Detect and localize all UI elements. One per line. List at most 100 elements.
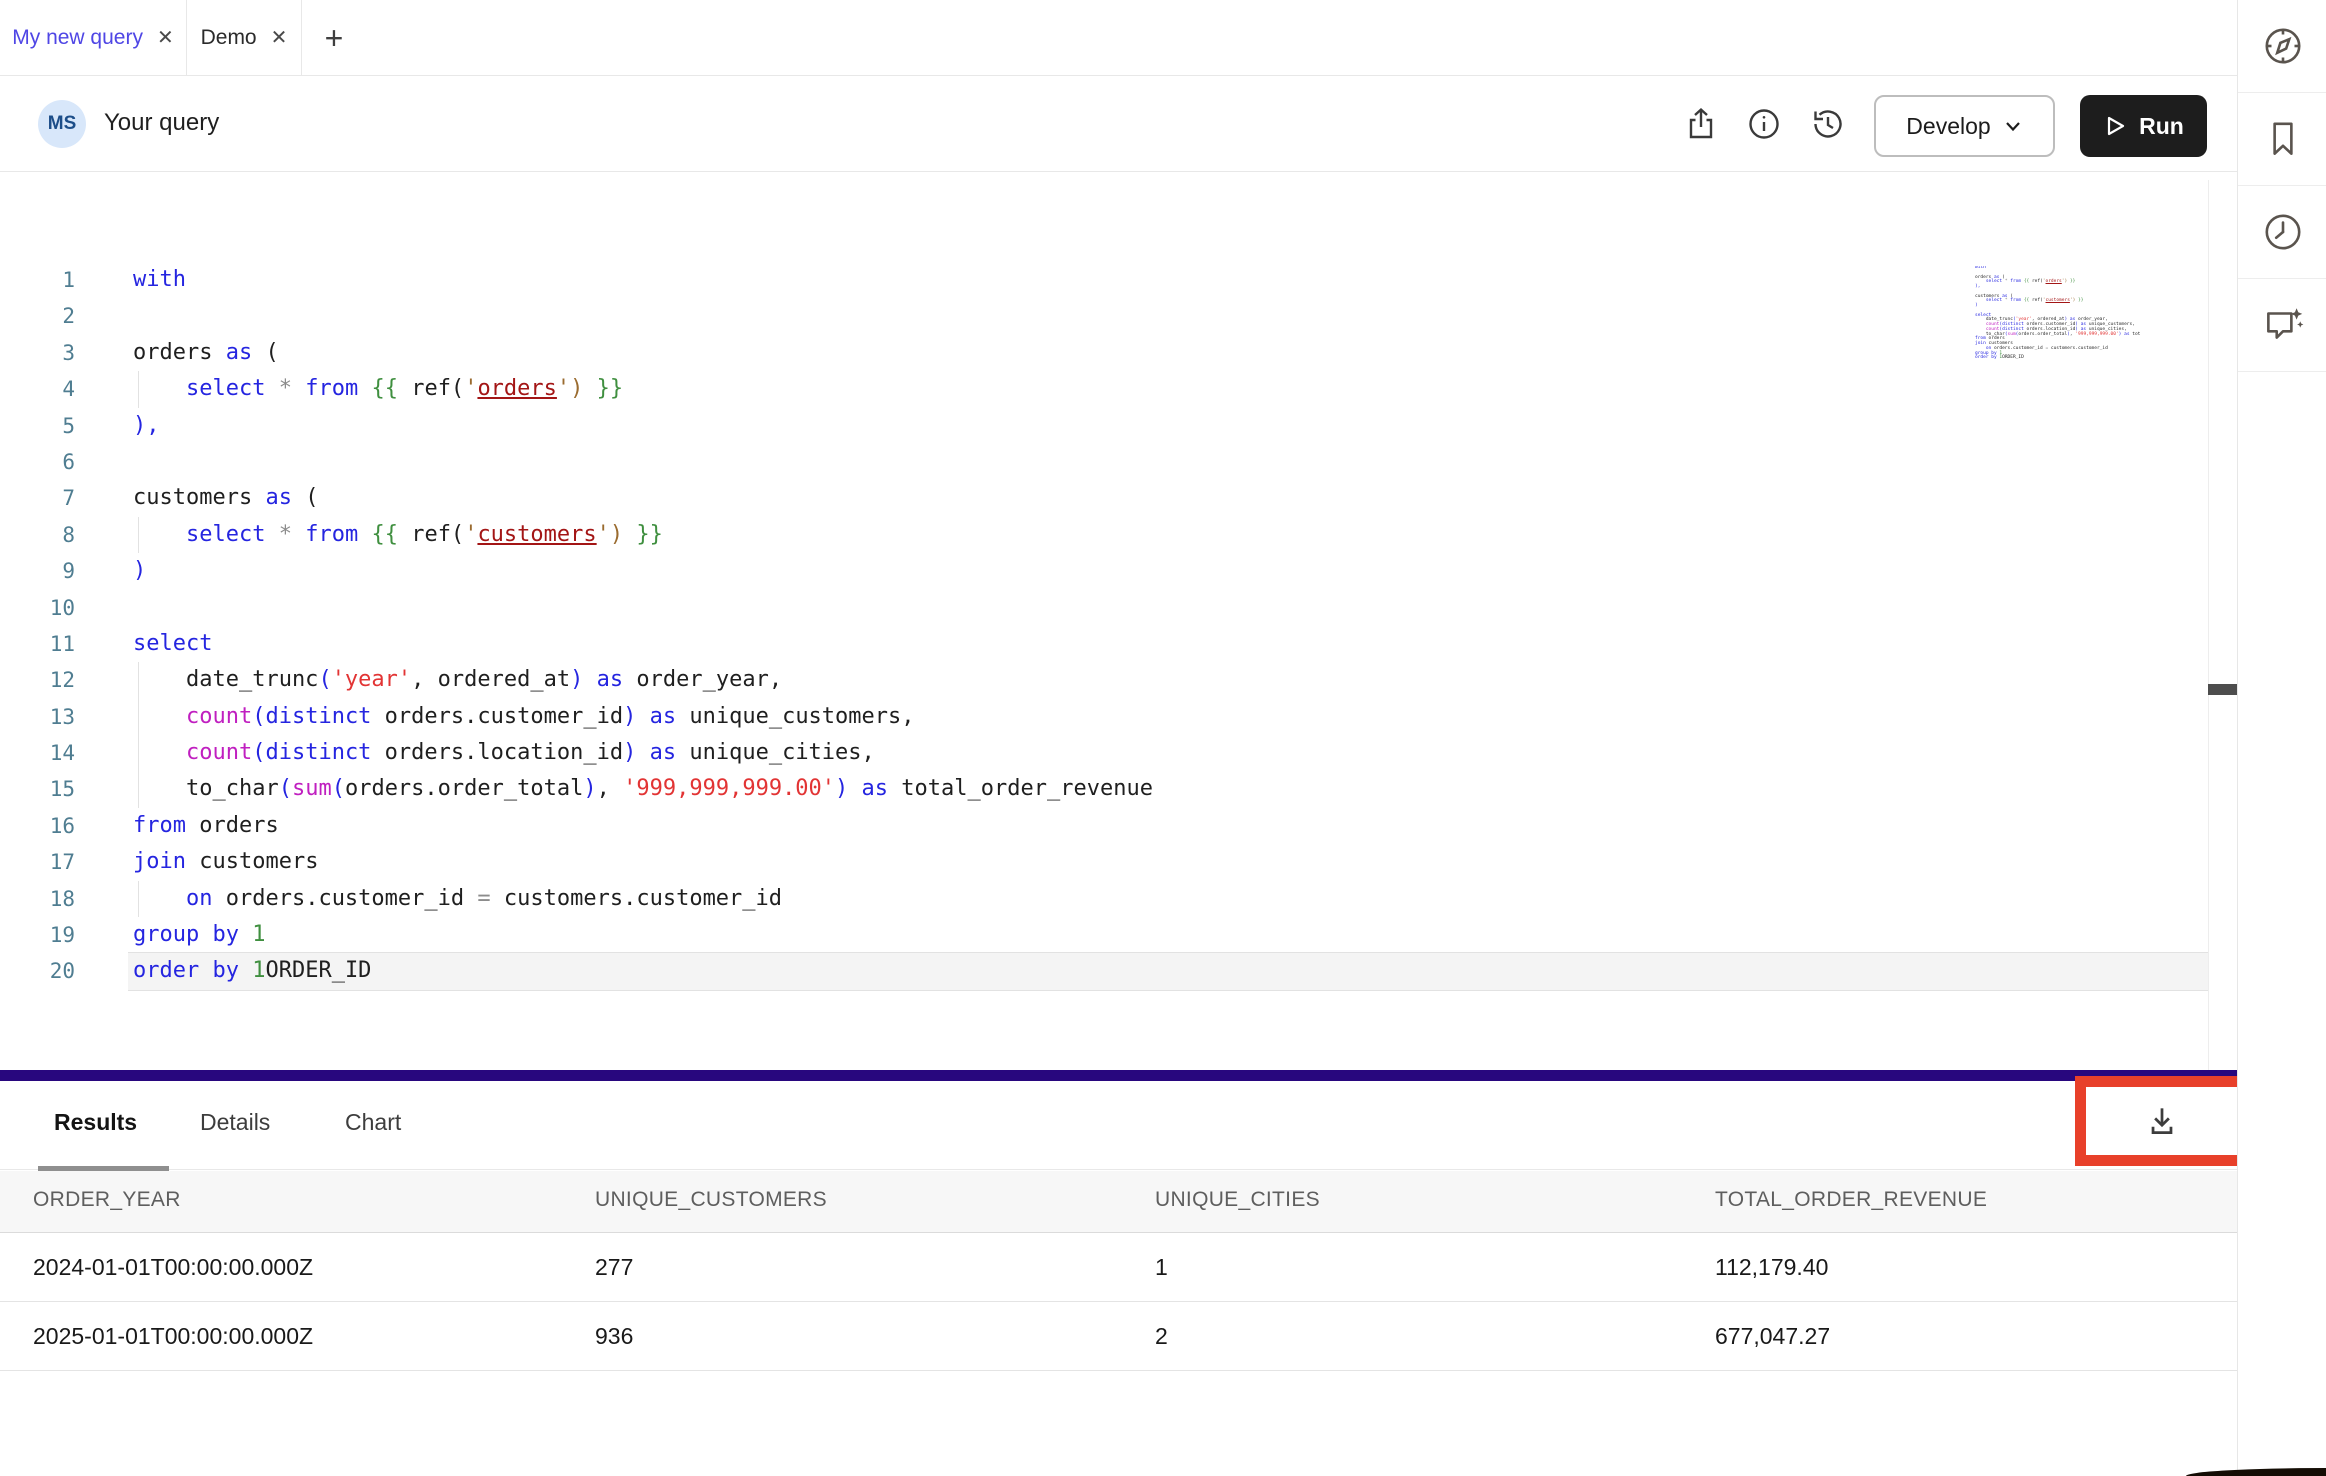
close-icon[interactable]: ✕	[157, 28, 174, 48]
line-number: 7	[0, 480, 75, 516]
indent-guide	[138, 662, 139, 698]
cell-unique-cities: 2	[1155, 1323, 1168, 1350]
code-line[interactable]: count(distinct orders.location_id) as un…	[128, 735, 2208, 771]
page-title: Your query	[104, 109, 219, 137]
line-number: 11	[0, 626, 75, 662]
develop-label: Develop	[1906, 113, 1990, 140]
cell-order-year: 2025-01-01T00:00:00.000Z	[33, 1323, 313, 1350]
screen-edge-artifact	[2186, 1468, 2326, 1476]
new-tab-button[interactable]: +	[310, 0, 358, 76]
line-number: 9	[0, 553, 75, 589]
line-number: 18	[0, 881, 75, 917]
cell-unique-customers: 277	[595, 1254, 633, 1281]
tab-label: Demo	[201, 26, 257, 50]
tab-my-new-query[interactable]: My new query ✕	[0, 0, 187, 76]
chevron-down-icon	[2003, 116, 2023, 136]
code-line[interactable]: orders as (	[128, 335, 2208, 371]
indent-guide	[138, 517, 139, 553]
code-line[interactable]: ),	[128, 408, 2208, 444]
cell-total-order-revenue: 677,047.27	[1715, 1323, 1830, 1350]
tab-details[interactable]: Details	[200, 1109, 270, 1136]
download-annotation-box	[2075, 1076, 2248, 1166]
code-line[interactable]	[128, 590, 2208, 626]
cell-total-order-revenue: 112,179.40	[1715, 1254, 1828, 1281]
code-line[interactable]: customers as (	[128, 480, 2208, 516]
line-number: 17	[0, 844, 75, 880]
indent-guide	[138, 371, 139, 407]
query-header: MS Your query Develop Run	[0, 76, 2237, 172]
line-number: 8	[0, 517, 75, 553]
line-number: 12	[0, 662, 75, 698]
tab-demo[interactable]: Demo ✕	[187, 0, 302, 76]
line-number: 19	[0, 917, 75, 953]
play-icon	[2103, 114, 2127, 138]
column-header[interactable]: UNIQUE_CUSTOMERS	[595, 1188, 827, 1212]
column-header[interactable]: TOTAL_ORDER_REVENUE	[1715, 1188, 1987, 1212]
history-icon[interactable]	[1810, 106, 1846, 142]
indent-guide	[138, 881, 139, 917]
code-line[interactable]	[128, 298, 2208, 334]
bookmark-icon[interactable]	[2238, 93, 2326, 186]
line-number: 3	[0, 335, 75, 371]
cell-order-year: 2024-01-01T00:00:00.000Z	[33, 1254, 313, 1281]
avatar: MS	[38, 100, 86, 148]
code-line[interactable]: count(distinct orders.customer_id) as un…	[128, 699, 2208, 735]
line-number: 6	[0, 444, 75, 480]
line-number: 16	[0, 808, 75, 844]
code-line[interactable]: join customers	[128, 844, 2208, 880]
tab-results[interactable]: Results	[54, 1109, 137, 1136]
sql-editor[interactable]: 1234567891011121314151617181920 withorde…	[0, 172, 2237, 1070]
code-line[interactable]: group by 1	[128, 917, 2208, 953]
code-line[interactable]: order by 1ORDER_ID	[128, 953, 2208, 989]
line-number: 1	[0, 262, 75, 298]
run-button[interactable]: Run	[2080, 95, 2207, 157]
indent-guide	[138, 735, 139, 771]
code-area[interactable]: with orders as ( select * from {{ ref('or…	[128, 262, 2208, 990]
ai-chat-icon[interactable]	[2238, 279, 2326, 372]
line-number: 5	[0, 408, 75, 444]
editor-scrollbar-thumb[interactable]	[2208, 684, 2238, 695]
editor-scrollbar-track	[2208, 180, 2209, 1070]
tab-label: My new query	[12, 26, 143, 50]
line-number: 2	[0, 298, 75, 334]
code-line[interactable]: select	[128, 626, 2208, 662]
minimap-line: order by 1ORDER_ID	[1975, 356, 2140, 361]
run-label: Run	[2139, 113, 2184, 140]
close-icon[interactable]: ✕	[271, 28, 288, 48]
develop-dropdown[interactable]: Develop	[1874, 95, 2055, 157]
code-line[interactable]: from orders	[128, 808, 2208, 844]
line-number: 10	[0, 590, 75, 626]
code-line[interactable]: )	[128, 553, 2208, 589]
right-sidebar	[2237, 0, 2326, 1476]
results-table-header: ORDER_YEAR UNIQUE_CUSTOMERS UNIQUE_CITIE…	[0, 1171, 2237, 1233]
download-button[interactable]	[2143, 1102, 2181, 1140]
code-line[interactable]: to_char(sum(orders.order_total), '999,99…	[128, 771, 2208, 807]
clock-icon[interactable]	[2238, 186, 2326, 279]
table-row: 2024-01-01T00:00:00.000Z 277 1 112,179.4…	[0, 1233, 2237, 1302]
column-header[interactable]: UNIQUE_CITIES	[1155, 1188, 1320, 1212]
indent-guide	[138, 699, 139, 735]
indent-guide	[138, 771, 139, 807]
line-number: 13	[0, 699, 75, 735]
cell-unique-cities: 1	[1155, 1254, 1168, 1281]
cell-unique-customers: 936	[595, 1323, 633, 1350]
code-line[interactable]: select * from {{ ref('orders') }}	[128, 371, 2208, 407]
code-line[interactable]: on orders.customer_id = customers.custom…	[128, 881, 2208, 917]
line-number: 4	[0, 371, 75, 407]
column-header[interactable]: ORDER_YEAR	[33, 1188, 181, 1212]
table-row: 2025-01-01T00:00:00.000Z 936 2 677,047.2…	[0, 1302, 2237, 1371]
share-icon[interactable]	[1683, 106, 1719, 142]
tab-chart[interactable]: Chart	[345, 1109, 401, 1136]
info-icon[interactable]	[1746, 106, 1782, 142]
code-line[interactable]: select * from {{ ref('customers') }}	[128, 517, 2208, 553]
results-tabbar: Results Details Chart	[0, 1081, 2237, 1170]
line-number: 20	[0, 953, 75, 989]
code-line[interactable]: with	[128, 262, 2208, 298]
compass-icon[interactable]	[2238, 0, 2326, 93]
editor-tabbar: My new query ✕ Demo ✕ +	[0, 0, 2237, 76]
code-line[interactable]	[128, 444, 2208, 480]
line-number-gutter: 1234567891011121314151617181920	[0, 262, 75, 990]
line-number: 15	[0, 771, 75, 807]
minimap[interactable]: withorders as ( select * from {{ ref('or…	[1975, 266, 2140, 366]
code-line[interactable]: date_trunc('year', ordered_at) as order_…	[128, 662, 2208, 698]
